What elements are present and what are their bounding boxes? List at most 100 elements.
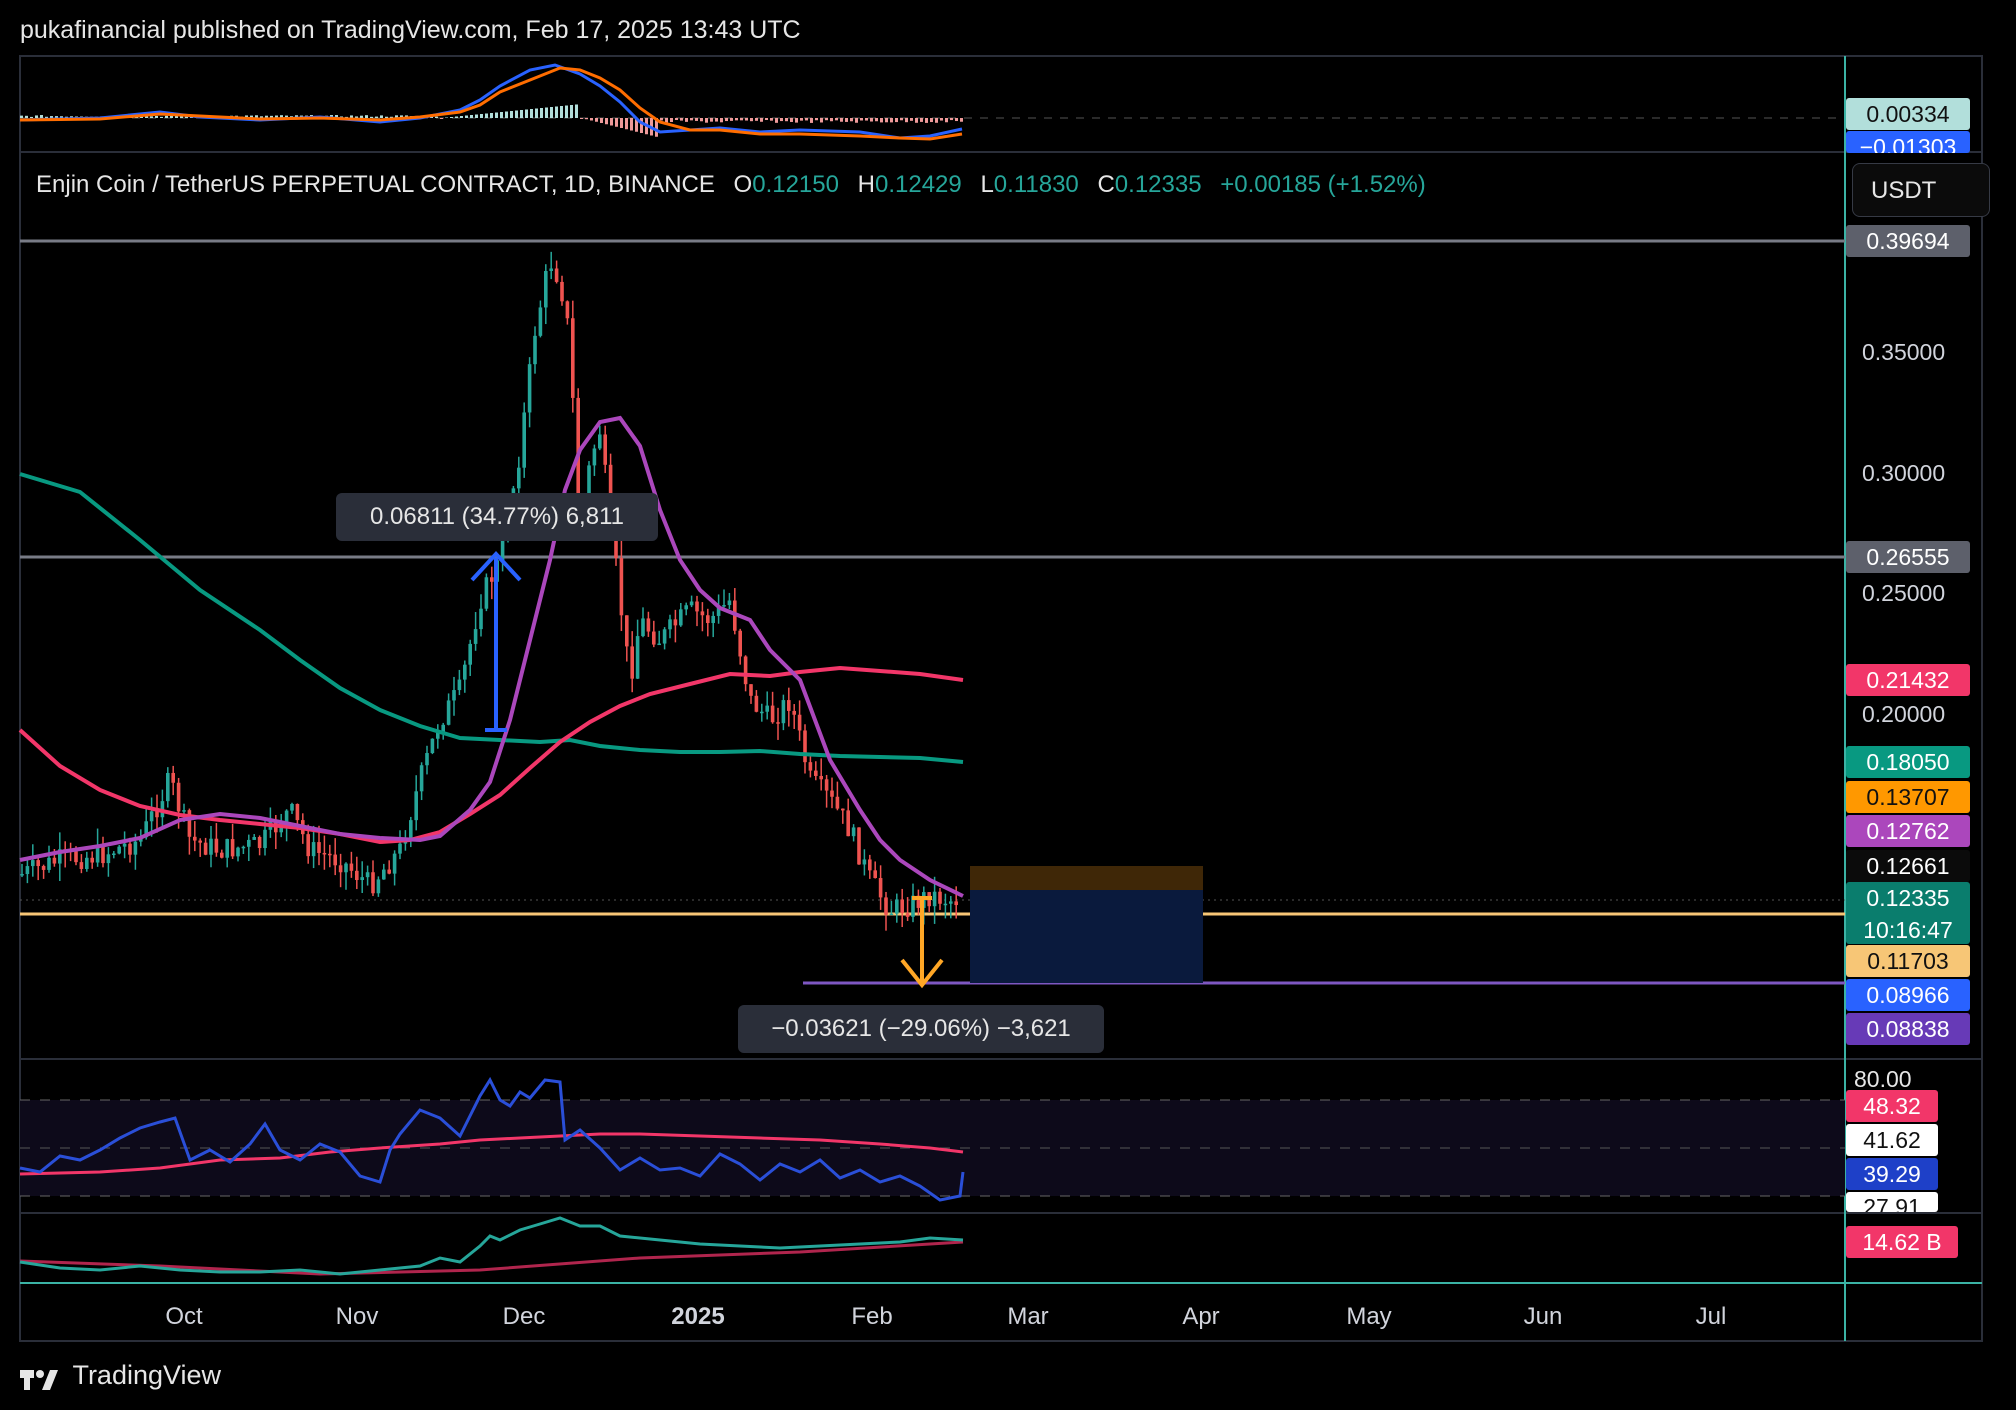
candle-body — [112, 853, 116, 855]
macd-histogram-bar — [535, 108, 538, 118]
rsi-label-rsi: 39.29 — [1846, 1158, 1938, 1190]
candle-body — [47, 857, 51, 870]
macd-histogram-bar — [895, 118, 898, 123]
candle-body — [117, 846, 121, 854]
candle-body — [225, 839, 229, 858]
macd-histogram-bar — [365, 115, 368, 118]
candle-body — [252, 837, 256, 840]
candle-body — [230, 839, 235, 857]
rsi-pane — [19, 1076, 1845, 1202]
macd-histogram-bar — [20, 115, 23, 118]
macd-histogram-bar — [775, 118, 778, 123]
price-label-plain: 0.12661 — [1846, 850, 1970, 882]
candle-body — [220, 852, 224, 858]
candle-body — [203, 842, 208, 855]
macd-histogram-bar — [375, 116, 378, 118]
macd-histogram-bar — [510, 111, 513, 118]
macd-histogram-bar — [620, 118, 623, 128]
candle-body — [295, 803, 300, 821]
macd-histogram-bar — [165, 115, 168, 118]
macd-histogram-bar — [800, 118, 803, 121]
macd-histogram-bar — [560, 106, 563, 118]
candle-body — [166, 772, 170, 802]
candle-body — [905, 913, 910, 917]
candle-body — [635, 636, 640, 679]
candle-body — [619, 558, 624, 616]
candle-body — [862, 859, 867, 865]
candle-body — [846, 810, 850, 837]
candle-body — [700, 611, 705, 616]
macd-histogram-bar — [780, 118, 783, 122]
volume-pane — [19, 1216, 964, 1276]
time-axis-label: Jul — [1695, 1303, 1727, 1330]
candle-body — [317, 842, 321, 853]
candle-body — [41, 866, 46, 870]
time-axis-label: May — [1346, 1303, 1392, 1330]
candle-body — [792, 710, 796, 715]
macd-histogram-bar — [465, 115, 468, 118]
candle-body — [517, 467, 521, 489]
macd-histogram-bar — [960, 118, 963, 122]
candle-body — [425, 753, 429, 766]
tradingview-footer[interactable]: TradingView — [20, 1360, 221, 1392]
macd-histogram-bar — [470, 115, 473, 118]
candle-body — [776, 722, 780, 724]
macd-histogram-bar — [940, 118, 943, 121]
symbol-title[interactable]: Enjin Coin / TetherUS PERPETUAL CONTRACT… — [36, 171, 715, 198]
candle-body — [695, 601, 699, 612]
candle-body — [743, 656, 748, 685]
macd-histogram-bar — [495, 112, 498, 118]
macd-histogram-bar — [955, 118, 958, 122]
candle-body — [646, 618, 651, 632]
macd-histogram-bar — [615, 118, 618, 127]
candle-body — [20, 874, 24, 876]
candle-body — [868, 859, 872, 871]
candle-body — [641, 618, 645, 637]
macd-histogram-bar — [595, 118, 598, 122]
macd-histogram-bar — [475, 114, 478, 118]
macd-histogram-bar — [920, 118, 923, 122]
macd-histogram-bar — [505, 111, 508, 118]
candle-body — [176, 782, 181, 812]
macd-histogram-bar — [905, 118, 908, 123]
price-label-resistance-high: 0.39694 — [1846, 225, 1970, 257]
candle-body — [851, 827, 856, 837]
macd-histogram-bar — [925, 118, 928, 123]
candle-body — [360, 877, 364, 881]
macd-histogram-bar — [790, 118, 793, 122]
open-value: 0.12150 — [752, 171, 839, 198]
price-axis-tick: 0.20000 — [1862, 701, 1946, 727]
macd-histogram-bar — [575, 104, 578, 118]
macd-histogram-bar — [580, 118, 583, 119]
macd-histogram-bar — [455, 116, 458, 118]
macd-histogram-bar — [665, 118, 668, 123]
candle-body — [484, 577, 489, 609]
macd-histogram-bar — [815, 118, 818, 121]
candle-body — [954, 901, 958, 906]
candle-body — [333, 854, 337, 866]
macd-histogram-bar — [525, 109, 528, 118]
candle-body — [592, 448, 597, 466]
candle-body — [554, 268, 559, 282]
time-axis-label: Oct — [165, 1303, 203, 1330]
position-loss-zone[interactable] — [970, 890, 1203, 983]
price-label-resistance-mid: 0.26555 — [1846, 541, 1970, 573]
macd-histogram-bar — [515, 110, 518, 118]
candle-body — [722, 605, 726, 607]
macd-histogram-bar — [860, 118, 863, 121]
candle-body — [128, 843, 132, 855]
currency-button[interactable]: USDT — [1852, 163, 1990, 217]
price-label-orange: 0.13707 — [1846, 781, 1970, 813]
candle-body — [355, 870, 359, 881]
candle-body — [468, 643, 472, 665]
position-profit-zone[interactable] — [970, 866, 1203, 890]
macd-histogram-bar — [35, 115, 38, 118]
macd-histogram-bar — [700, 118, 703, 122]
macd-histogram-bar — [440, 118, 443, 119]
symbol-legend: Enjin Coin / TetherUS PERPETUAL CONTRACT… — [36, 171, 1426, 199]
macd-histogram-bar — [865, 118, 868, 121]
price-axis-tick: 0.30000 — [1862, 460, 1946, 486]
macd-histogram-bar — [630, 118, 633, 131]
chart-canvas[interactable] — [0, 0, 2016, 1410]
open-label: O — [733, 171, 753, 198]
